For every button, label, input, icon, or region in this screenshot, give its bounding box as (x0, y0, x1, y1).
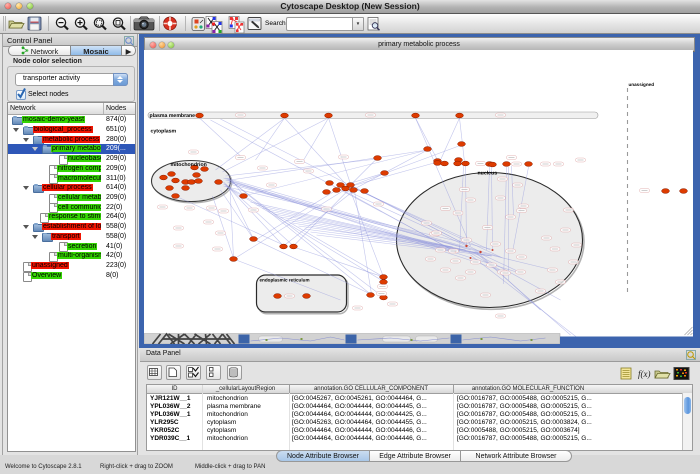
svg-text:nucleus: nucleus (477, 171, 497, 177)
svg-text:unassigned: unassigned (628, 82, 654, 87)
svg-text:mitochondrion: mitochondrion (170, 162, 206, 168)
svg-text:plasma membrane: plasma membrane (149, 113, 195, 119)
svg-text:f(x): f(x) (638, 369, 651, 379)
svg-text:endoplasmic reticulum: endoplasmic reticulum (259, 278, 309, 283)
svg-text:cytoplasm: cytoplasm (150, 129, 176, 135)
